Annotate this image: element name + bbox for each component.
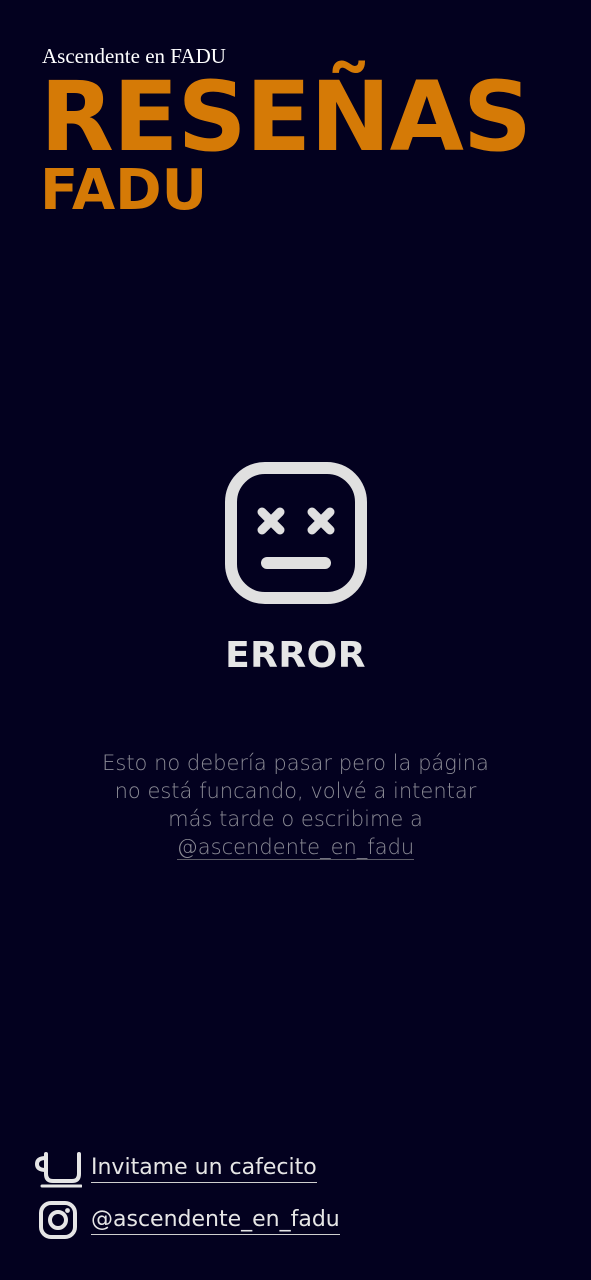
footer-item-instagram[interactable]: @ascendente_en_fadu <box>34 1198 554 1242</box>
error-title: ERROR <box>225 635 366 676</box>
instagram-contact-link[interactable]: @ascendente_en_fadu <box>176 835 415 860</box>
error-message: Esto no debería pasar pero la página no … <box>100 749 491 861</box>
instagram-icon <box>34 1198 82 1242</box>
error-section: ERROR <box>0 462 591 676</box>
error-message-text: Esto no debería pasar pero la página no … <box>102 751 489 831</box>
site-header: Ascendente en FADU RESEÑAS FADU <box>40 46 580 219</box>
cafecito-link[interactable]: Invitame un cafecito <box>91 1154 317 1183</box>
footer: Invitame un cafecito @ascendente_en_fadu <box>34 1146 554 1250</box>
footer-item-cafecito[interactable]: Invitame un cafecito <box>34 1146 554 1190</box>
instagram-link[interactable]: @ascendente_en_fadu <box>91 1206 340 1235</box>
brand-title: RESEÑAS <box>40 61 532 173</box>
coffee-cup-icon <box>34 1146 82 1190</box>
dead-face-icon <box>224 462 367 604</box>
